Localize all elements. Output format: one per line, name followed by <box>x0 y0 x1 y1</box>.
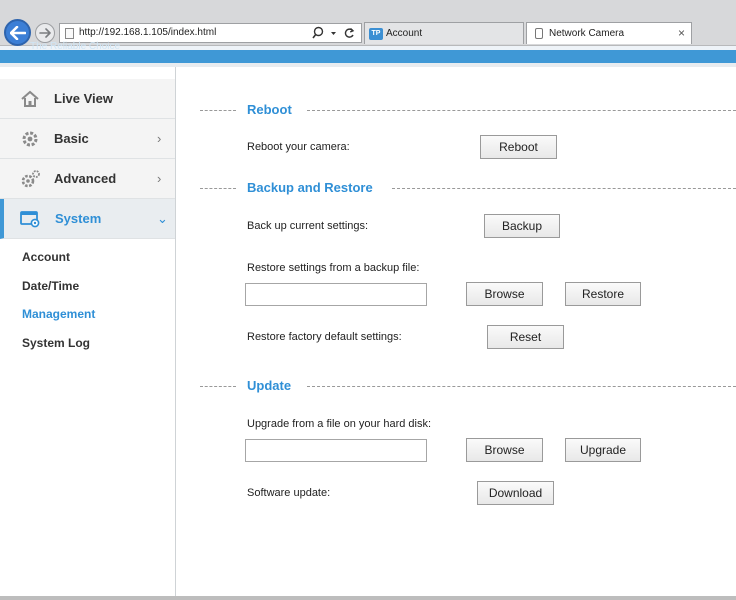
software-update-label: Software update: <box>247 487 331 499</box>
sidebar-item-label: System <box>55 211 102 226</box>
backup-button[interactable]: Backup <box>484 214 560 238</box>
sidebar-subitem-management[interactable]: Management <box>22 307 95 321</box>
reset-button[interactable]: Reset <box>487 325 564 349</box>
tplink-favicon-icon: TP <box>369 27 383 40</box>
arrow-left-icon <box>9 25 26 40</box>
divider <box>392 188 736 189</box>
upgrade-file-label: Upgrade from a file on your hard disk: <box>247 418 432 430</box>
sidebar-item-label: Live View <box>54 91 114 106</box>
bottom-edge <box>0 596 736 600</box>
upgrade-button[interactable]: Upgrade <box>565 438 641 462</box>
divider <box>200 188 236 189</box>
section-header-reboot: Reboot <box>177 102 736 118</box>
sidebar-item-system[interactable]: System ⌄ <box>0 199 175 239</box>
browser-toolbar: http://192.168.1.105/index.html TP Accou… <box>0 0 736 46</box>
brand-tagline: The Reliable Choice <box>30 41 121 52</box>
upgrade-browse-button[interactable]: Browse <box>466 438 543 462</box>
page-icon <box>65 28 74 39</box>
reboot-label: Reboot your camera: <box>247 141 350 153</box>
tab-label: Network Camera <box>549 28 625 39</box>
sidebar-subitem-system-log[interactable]: System Log <box>22 336 90 350</box>
sidebar-item-live-view[interactable]: Live View <box>0 79 175 119</box>
browser-window: http://192.168.1.105/index.html TP Accou… <box>0 0 736 600</box>
divider <box>200 386 236 387</box>
address-bar[interactable]: http://192.168.1.105/index.html <box>59 23 362 43</box>
restore-file-field[interactable] <box>245 283 427 306</box>
monitor-gear-icon <box>20 211 40 228</box>
sidebar-subitem-account[interactable]: Account <box>22 250 70 264</box>
address-url: http://192.168.1.105/index.html <box>79 27 217 38</box>
section-header-backup-restore: Backup and Restore <box>177 180 736 196</box>
reboot-button[interactable]: Reboot <box>480 135 557 159</box>
divider <box>307 110 736 111</box>
arrow-right-icon <box>39 28 51 38</box>
management-panel: Reboot Reboot your camera: Reboot Backup… <box>177 67 736 600</box>
section-title: Update <box>247 378 292 393</box>
factory-reset-label: Restore factory default settings: <box>247 331 402 343</box>
restore-browse-button[interactable]: Browse <box>466 282 543 306</box>
tab-label: Account <box>386 28 423 39</box>
dropdown-icon[interactable] <box>330 26 337 40</box>
backup-label: Back up current settings: <box>247 220 369 232</box>
sidebar-item-advanced[interactable]: Advanced › <box>0 159 175 199</box>
divider <box>307 386 736 387</box>
home-icon <box>21 90 39 107</box>
download-button[interactable]: Download <box>477 481 554 505</box>
tab-account[interactable]: TP Account <box>364 22 524 44</box>
section-header-update: Update <box>177 378 736 394</box>
divider <box>200 110 236 111</box>
tab-network-camera[interactable]: Network Camera × <box>526 22 692 44</box>
refresh-icon[interactable] <box>343 26 355 40</box>
header-banner: The Reliable Choice <box>0 41 736 63</box>
sidebar: Live View Basic › Advanced › System ⌄ Ac… <box>0 67 176 600</box>
forward-button[interactable] <box>35 23 55 43</box>
restore-file-label: Restore settings from a backup file: <box>247 262 420 274</box>
sidebar-subitem-date-time[interactable]: Date/Time <box>22 279 79 293</box>
sidebar-item-label: Advanced <box>54 171 117 186</box>
address-tools <box>312 26 355 40</box>
chevron-right-icon: › <box>157 131 162 146</box>
sidebar-item-label: Basic <box>54 131 89 146</box>
search-icon[interactable] <box>312 26 324 40</box>
upgrade-file-field[interactable] <box>245 439 427 462</box>
restore-button[interactable]: Restore <box>565 282 641 306</box>
back-button[interactable] <box>4 19 31 46</box>
chevron-down-icon: ⌄ <box>157 211 168 226</box>
section-title: Backup and Restore <box>247 180 373 195</box>
page-favicon-icon <box>535 28 543 39</box>
sidebar-item-basic[interactable]: Basic › <box>0 119 175 159</box>
tab-close-icon[interactable]: × <box>678 26 685 40</box>
gear-icon <box>22 131 38 147</box>
gears-icon <box>21 170 40 188</box>
chevron-right-icon: › <box>157 171 162 186</box>
section-title: Reboot <box>247 102 292 117</box>
